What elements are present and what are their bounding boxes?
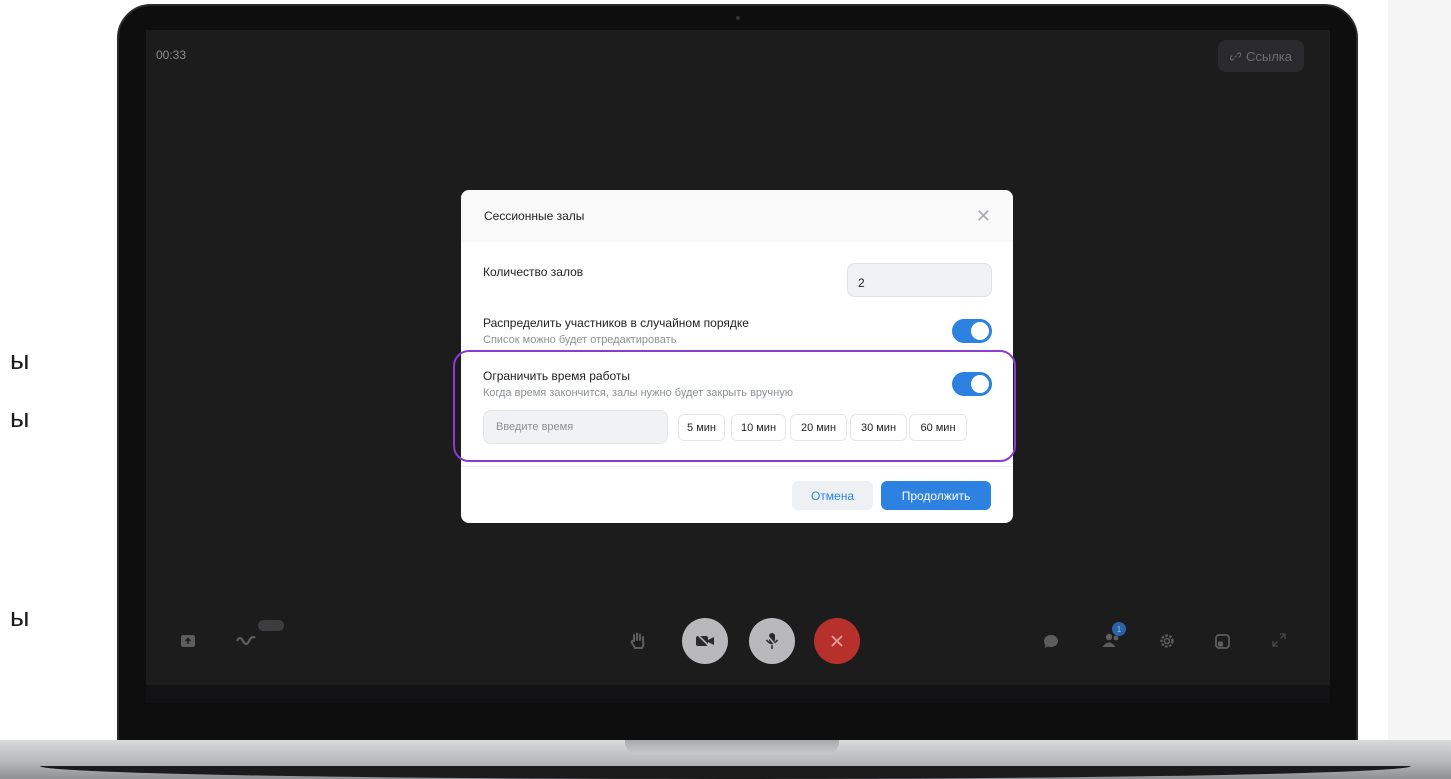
cancel-button[interactable]: Отмена [792, 481, 873, 510]
effects-badge [258, 620, 284, 631]
camera-icon [736, 16, 740, 20]
close-icon [831, 635, 843, 647]
random-distribution-label: Распределить участников в случайном поря… [483, 316, 749, 330]
call-controls-bar: 1 [146, 595, 1330, 685]
mic-off-icon [765, 633, 779, 649]
rooms-count-label: Количество залов [483, 265, 584, 279]
chat-icon[interactable] [1042, 633, 1060, 649]
link-icon [1229, 51, 1241, 61]
layout-icon[interactable] [1214, 633, 1230, 649]
laptop-base-notch [625, 740, 839, 754]
participants-count-badge: 1 [1112, 622, 1126, 636]
fullscreen-icon[interactable] [1272, 633, 1286, 647]
link-button[interactable]: Ссылка [1217, 40, 1304, 72]
random-distribution-toggle[interactable] [952, 319, 992, 343]
dialog-header: Сессионные залы ✕ [461, 190, 1013, 242]
end-call-button[interactable] [814, 618, 860, 664]
link-button-label: Ссылка [1245, 48, 1292, 64]
rooms-count-input[interactable]: 2 [847, 263, 992, 297]
call-timer: 00:33 [156, 48, 187, 62]
share-screen-icon[interactable] [180, 633, 196, 649]
raise-hand-icon[interactable] [628, 631, 648, 651]
camera-off-icon [696, 634, 714, 648]
dialog-title: Сессионные залы [484, 209, 585, 223]
time-limit-highlight-frame [453, 350, 1016, 462]
gear-icon[interactable] [1158, 632, 1176, 650]
random-distribution-hint: Список можно будет отредактировать [483, 334, 677, 346]
right-background-panel [1388, 0, 1451, 779]
close-icon[interactable]: ✕ [976, 207, 991, 225]
side-text-1: ы [10, 345, 30, 375]
screen-bottom-edge [146, 685, 1330, 703]
mic-off-button[interactable] [749, 618, 795, 664]
continue-button[interactable]: Продолжить [881, 481, 991, 510]
dialog-divider [461, 466, 1013, 467]
side-text-3: ы [10, 602, 30, 632]
side-text-2: ы [10, 403, 30, 433]
effects-icon[interactable] [236, 633, 256, 649]
camera-off-button[interactable] [682, 618, 728, 664]
